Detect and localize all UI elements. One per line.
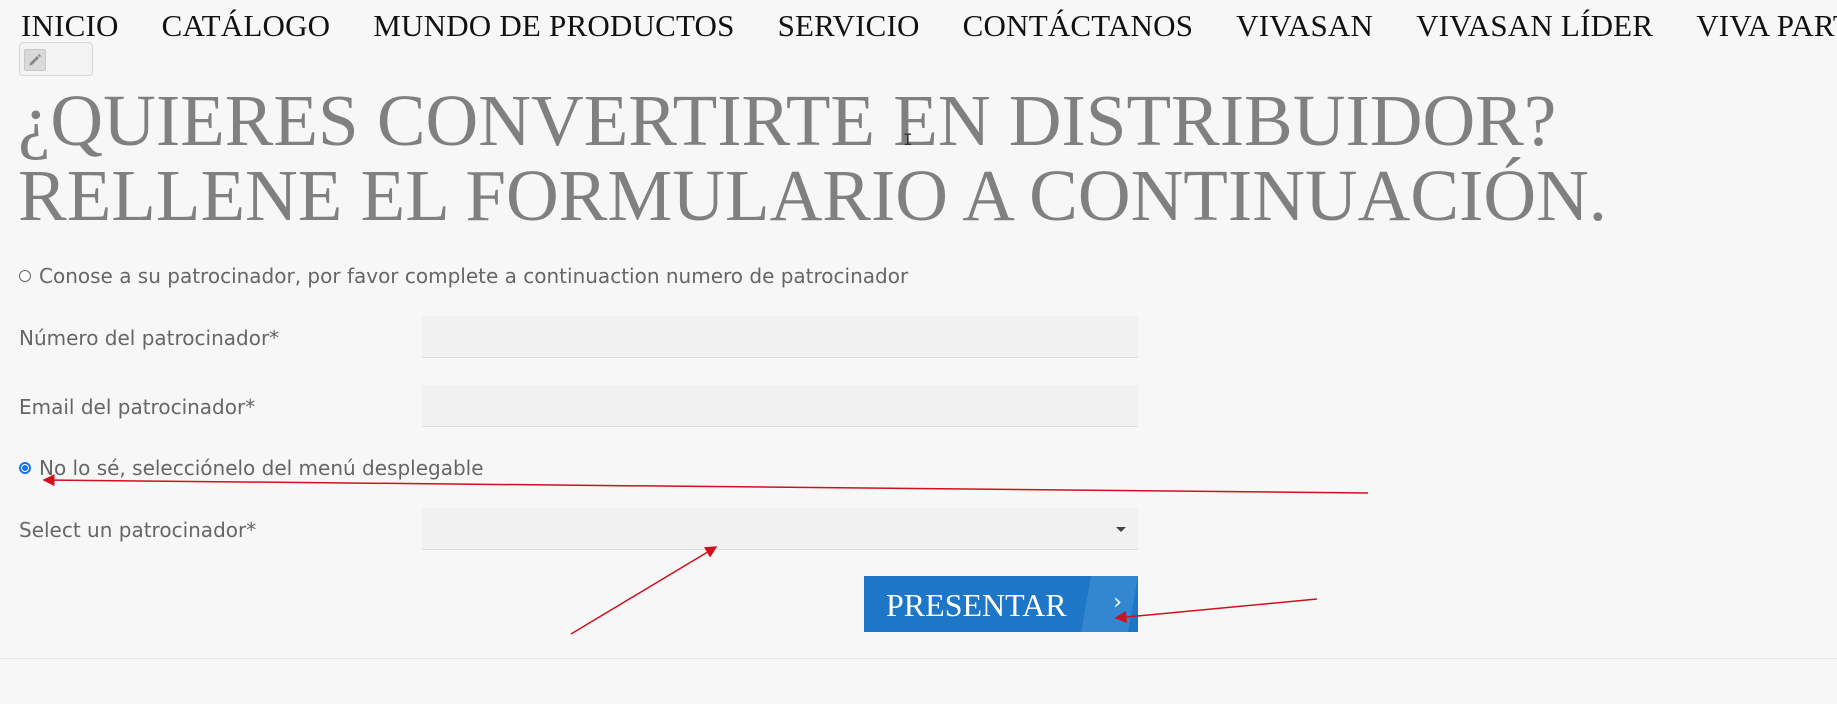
edit-button[interactable]	[19, 42, 93, 76]
select-sponsor-label: Select un patrocinador*	[19, 518, 257, 542]
footer-divider	[0, 658, 1837, 659]
radio-unknown-sponsor[interactable]	[19, 462, 31, 474]
chevron-down-icon	[1116, 527, 1126, 532]
nav-item-vivasan-lider[interactable]: VIVASAN LÍDER	[1416, 8, 1653, 48]
page-headline: ¿QUIERES CONVERTIRTE EN DISTRIBUIDOR? RE…	[18, 83, 1818, 233]
top-navigation: INICIO CATÁLOGO MUNDO DE PRODUCTOS SERVI…	[21, 8, 1837, 48]
nav-item-mundo-de-productos[interactable]: MUNDO DE PRODUCTOS	[373, 8, 734, 48]
headline-line-1: ¿QUIERES CONVERTIRTE EN DISTRIBUIDOR?	[18, 80, 1557, 161]
submit-label: PRESENTAR	[886, 587, 1067, 623]
submit-arrow-section	[1081, 576, 1138, 632]
sponsor-number-label: Número del patrocinador*	[19, 326, 280, 350]
nav-item-servicio[interactable]: SERVICIO	[778, 8, 920, 48]
text-cursor-icon: I	[903, 130, 913, 149]
option-unknown-label: No lo sé, selecciónelo del menú desplega…	[39, 456, 484, 480]
annotation-arrow-select	[570, 546, 718, 635]
pencil-icon	[24, 49, 46, 71]
option-known-label: Conose a su patrocinador, por favor comp…	[39, 264, 909, 288]
nav-item-contactanos[interactable]: CONTÁCTANOS	[963, 8, 1194, 48]
sponsor-number-input[interactable]	[422, 316, 1138, 358]
annotation-arrow-submit	[1114, 598, 1318, 623]
nav-item-viva-part[interactable]: VIVA PART	[1696, 8, 1837, 48]
radio-known-sponsor[interactable]	[19, 270, 31, 282]
chevron-right-icon: ›	[1113, 590, 1122, 615]
sponsor-email-label: Email del patrocinador*	[19, 395, 256, 419]
nav-item-catalogo[interactable]: CATÁLOGO	[162, 8, 331, 48]
annotation-arrow-radio	[42, 474, 1369, 494]
submit-button[interactable]: PRESENTAR ›	[864, 576, 1138, 632]
sponsor-email-input[interactable]	[422, 385, 1138, 427]
option-unknown-sponsor[interactable]: No lo sé, selecciónelo del menú desplega…	[19, 456, 484, 480]
nav-item-vivasan[interactable]: VIVASAN	[1236, 8, 1373, 48]
option-known-sponsor[interactable]: Conose a su patrocinador, por favor comp…	[19, 264, 908, 288]
headline-line-2: RELLENE EL FORMULARIO A CONTINUACIÓN.	[18, 155, 1608, 236]
sponsor-select[interactable]	[422, 508, 1138, 550]
